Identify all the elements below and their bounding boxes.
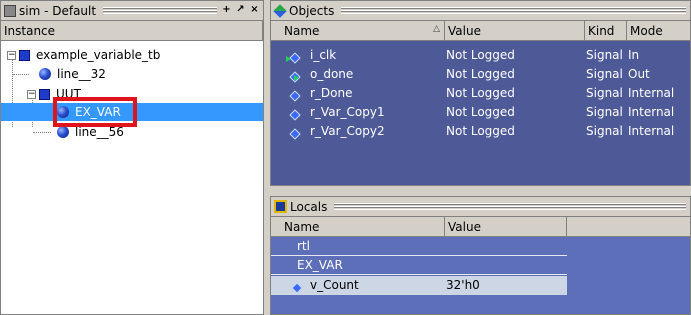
object-value: Not Logged — [446, 48, 515, 62]
object-value: Not Logged — [446, 67, 515, 81]
tree-node-label: line__56 — [75, 125, 124, 139]
object-kind: Signal — [586, 67, 623, 81]
value-column-header[interactable]: Value — [445, 21, 585, 41]
table-row[interactable]: r_Var_Copy1 Not Logged Signal Internal — [271, 103, 690, 122]
drag-grip[interactable] — [103, 7, 217, 14]
object-name: r_Var_Copy2 — [310, 124, 385, 138]
table-row[interactable]: r_Var_Copy2 Not Logged Signal Internal — [271, 122, 690, 141]
locals-list: rtl EX_VAR v_Count 32'h0 — [271, 237, 690, 314]
sim-pane: sim - Default + ↗ × Instance − example_v… — [0, 0, 264, 315]
object-name: i_clk — [310, 48, 337, 62]
process-icon — [57, 126, 69, 138]
group-label: EX_VAR — [297, 258, 343, 272]
object-mode: Out — [628, 67, 650, 81]
tree-node-example-variable-tb[interactable]: − example_variable_tb — [7, 46, 160, 64]
object-kind: Signal — [586, 48, 623, 62]
tree-node-label: example_variable_tb — [36, 48, 161, 62]
sim-window-icon — [4, 4, 16, 17]
collapse-icon[interactable]: − — [7, 50, 16, 60]
highlight-box — [53, 97, 137, 127]
object-mode: Internal — [628, 86, 675, 100]
locals-titlebar[interactable]: Locals — [271, 197, 690, 217]
undock-icon[interactable]: ↗ — [235, 5, 246, 16]
locals-icon — [274, 200, 287, 213]
tree-node-label: line__32 — [57, 67, 106, 81]
table-row[interactable]: v_Count 32'h0 — [271, 276, 567, 295]
tree-node-line-32[interactable]: line__32 — [39, 65, 106, 83]
header-label: Kind — [588, 24, 615, 38]
close-icon[interactable]: × — [249, 5, 260, 16]
module-icon — [19, 49, 30, 61]
variable-icon — [291, 282, 303, 294]
collapse-icon[interactable]: − — [27, 89, 36, 99]
object-mode: In — [628, 48, 640, 62]
signal-icon — [289, 90, 301, 102]
locals-group-rtl[interactable]: rtl — [271, 237, 567, 256]
header-label: Name — [284, 220, 320, 234]
input-arrow-icon — [286, 56, 291, 62]
object-mode: Internal — [628, 105, 675, 119]
local-name: v_Count — [310, 278, 359, 292]
objects-column-header: Name Value Kind Mode — [271, 21, 690, 41]
object-kind: Signal — [586, 124, 623, 138]
local-value: 32'h0 — [446, 278, 480, 292]
objects-icon — [273, 3, 287, 18]
horizontal-splitter[interactable] — [270, 186, 691, 196]
module-icon — [39, 88, 50, 100]
table-row[interactable]: r_Done Not Logged Signal Internal — [271, 84, 690, 103]
object-value: Not Logged — [446, 86, 515, 100]
sim-titlebar[interactable]: sim - Default + ↗ × — [1, 1, 263, 21]
locals-group-ex-var[interactable]: EX_VAR — [271, 256, 567, 275]
locals-column-header: Name Value — [271, 217, 690, 237]
header-label: Value — [448, 220, 481, 234]
object-mode: Internal — [628, 124, 675, 138]
objects-title: Objects — [289, 3, 335, 18]
tree-line — [13, 74, 29, 75]
locals-title: Locals — [290, 199, 328, 214]
signal-icon — [289, 109, 301, 121]
drag-grip[interactable] — [341, 7, 686, 14]
object-name: r_Done — [310, 86, 353, 100]
name-column-header[interactable]: Name — [271, 21, 445, 41]
sim-title: sim - Default — [19, 3, 97, 18]
drag-grip[interactable] — [334, 203, 686, 210]
header-label: Mode — [630, 24, 663, 38]
group-label: rtl — [297, 239, 310, 253]
object-kind: Signal — [586, 86, 623, 100]
instance-tree: − example_variable_tb line__32 − UUT EX_… — [1, 41, 263, 314]
object-kind: Signal — [586, 105, 623, 119]
signal-icon — [289, 52, 301, 64]
locals-pane: Locals Name Value rtl EX_VAR v_Count 32'… — [270, 196, 691, 315]
mode-column-header[interactable]: Mode — [627, 21, 690, 41]
objects-list: i_clk Not Logged Signal In o_done Not Lo… — [271, 41, 690, 185]
object-value: Not Logged — [446, 105, 515, 119]
table-row[interactable]: i_clk Not Logged Signal In — [271, 46, 690, 65]
output-arrow-icon — [294, 75, 299, 81]
header-label: Name — [284, 24, 320, 38]
process-icon — [39, 68, 51, 80]
kind-column-header[interactable]: Kind — [585, 21, 627, 41]
objects-titlebar[interactable]: Objects — [271, 1, 690, 21]
instance-column-header[interactable]: Instance — [1, 21, 263, 41]
object-name: o_done — [310, 67, 354, 81]
sim-column-header: Instance — [1, 21, 263, 41]
object-value: Not Logged — [446, 124, 515, 138]
object-name: r_Var_Copy1 — [310, 105, 385, 119]
table-row[interactable]: o_done Not Logged Signal Out — [271, 65, 690, 84]
instance-header-label: Instance — [4, 24, 56, 38]
add-icon[interactable]: + — [221, 5, 232, 16]
name-column-header[interactable]: Name — [271, 217, 445, 237]
header-label: Value — [448, 24, 481, 38]
value-column-header[interactable]: Value — [445, 217, 567, 237]
signal-icon — [289, 128, 301, 140]
objects-pane: Objects Name Value Kind Mode i_clk Not L… — [270, 0, 691, 186]
tree-line — [33, 132, 51, 133]
